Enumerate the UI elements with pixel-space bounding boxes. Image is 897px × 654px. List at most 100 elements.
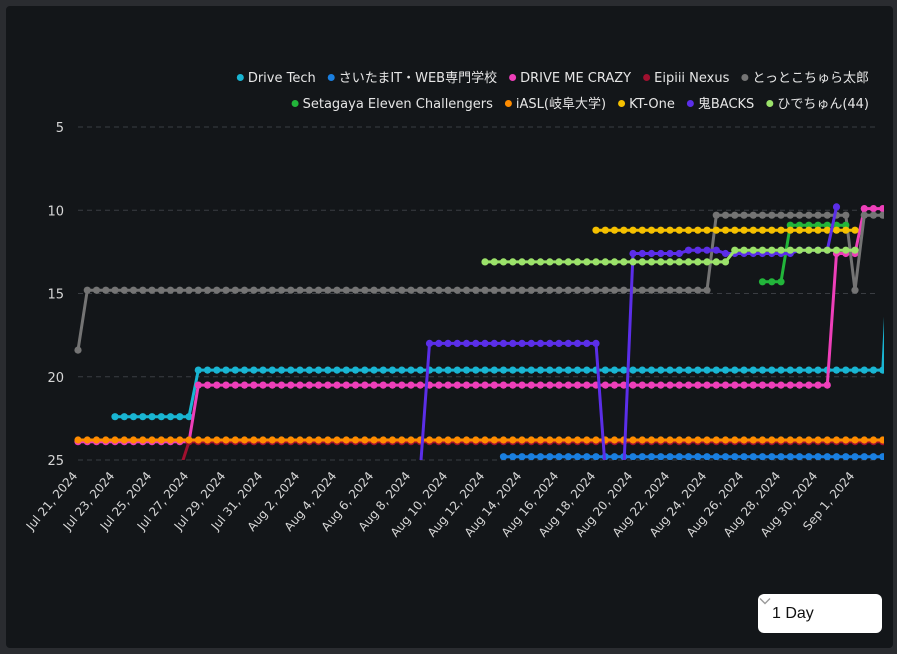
data-point [518, 436, 526, 444]
data-point [518, 453, 526, 460]
data-point [768, 453, 776, 460]
data-point [277, 436, 286, 444]
data-point [610, 366, 619, 374]
data-point [444, 381, 452, 389]
data-point [675, 366, 683, 374]
data-point [573, 339, 582, 347]
data-point [620, 258, 628, 266]
data-point [879, 453, 884, 460]
data-point [795, 366, 804, 374]
data-point [832, 366, 841, 374]
data-point [832, 246, 841, 254]
data-point [842, 246, 850, 254]
data-point [379, 366, 387, 374]
data-point [268, 381, 276, 389]
data-point [333, 366, 341, 374]
data-point [805, 226, 813, 234]
data-point [268, 436, 276, 444]
data-point [240, 381, 249, 389]
data-point [527, 366, 535, 374]
legend-label: iASL(岐阜大学) [516, 96, 606, 112]
data-point [851, 246, 859, 254]
data-point [518, 339, 526, 347]
data-point [583, 339, 591, 347]
legend-label: 鬼BACKS [698, 96, 754, 112]
data-point [287, 286, 295, 294]
series [419, 203, 841, 460]
data-point [805, 366, 813, 374]
data-point [879, 205, 884, 213]
interval-select[interactable]: 1 Day [758, 594, 882, 633]
data-point [620, 226, 628, 234]
data-point [851, 286, 859, 294]
data-point [657, 249, 665, 258]
data-point [777, 211, 785, 219]
data-point [296, 381, 304, 389]
data-point [379, 436, 387, 444]
data-point [860, 205, 868, 213]
data-point [509, 453, 517, 460]
data-point [444, 286, 452, 294]
data-point [647, 453, 656, 460]
data-point [148, 436, 156, 444]
legend-marker [291, 100, 299, 107]
legend-marker [686, 100, 694, 107]
data-point [120, 413, 128, 421]
legend-label: とっとこちゅら太郎 [752, 71, 869, 86]
data-point [610, 453, 619, 460]
data-point [203, 436, 212, 444]
legend-label: さいたまIT・WEB専門学校 [339, 70, 497, 86]
data-point [250, 381, 258, 389]
data-point [638, 258, 646, 266]
data-point [240, 366, 249, 374]
data-point [758, 453, 767, 460]
data-point [564, 453, 572, 460]
legend-marker [509, 74, 517, 81]
data-point [499, 339, 508, 347]
data-point [240, 286, 249, 294]
data-point [564, 366, 572, 374]
data-point [601, 366, 609, 374]
data-point [527, 381, 535, 389]
data-point [814, 381, 822, 389]
data-point [647, 436, 656, 444]
data-point [583, 286, 591, 294]
data-point [629, 366, 637, 374]
data-point [777, 278, 785, 286]
legend-label: DRIVE ME CRAZY [520, 71, 631, 86]
data-point [777, 246, 785, 254]
data-point [314, 286, 323, 294]
data-point [851, 226, 859, 234]
data-point [629, 226, 637, 234]
data-point [231, 366, 239, 374]
data-point [842, 211, 850, 219]
data-point [481, 436, 489, 444]
data-point [305, 381, 313, 389]
data-point [814, 211, 822, 219]
data-point [795, 381, 804, 389]
series [181, 438, 884, 460]
data-point [518, 381, 526, 389]
data-point [712, 258, 720, 266]
data-point [472, 286, 480, 294]
data-point [712, 246, 720, 254]
data-point [453, 286, 461, 294]
data-point [555, 436, 563, 444]
data-point [647, 366, 656, 374]
data-point [481, 339, 489, 347]
data-point [240, 436, 249, 444]
data-point [203, 366, 212, 374]
data-point [259, 436, 267, 444]
data-point [657, 286, 665, 294]
data-point [194, 436, 202, 444]
data-point [814, 366, 822, 374]
data-point [832, 226, 841, 234]
data-point [814, 436, 822, 444]
data-point [703, 286, 711, 294]
data-point [740, 366, 748, 374]
data-point [703, 246, 711, 254]
data-point [351, 436, 360, 444]
data-point [712, 381, 720, 389]
data-point [740, 226, 748, 234]
data-point [795, 246, 804, 254]
